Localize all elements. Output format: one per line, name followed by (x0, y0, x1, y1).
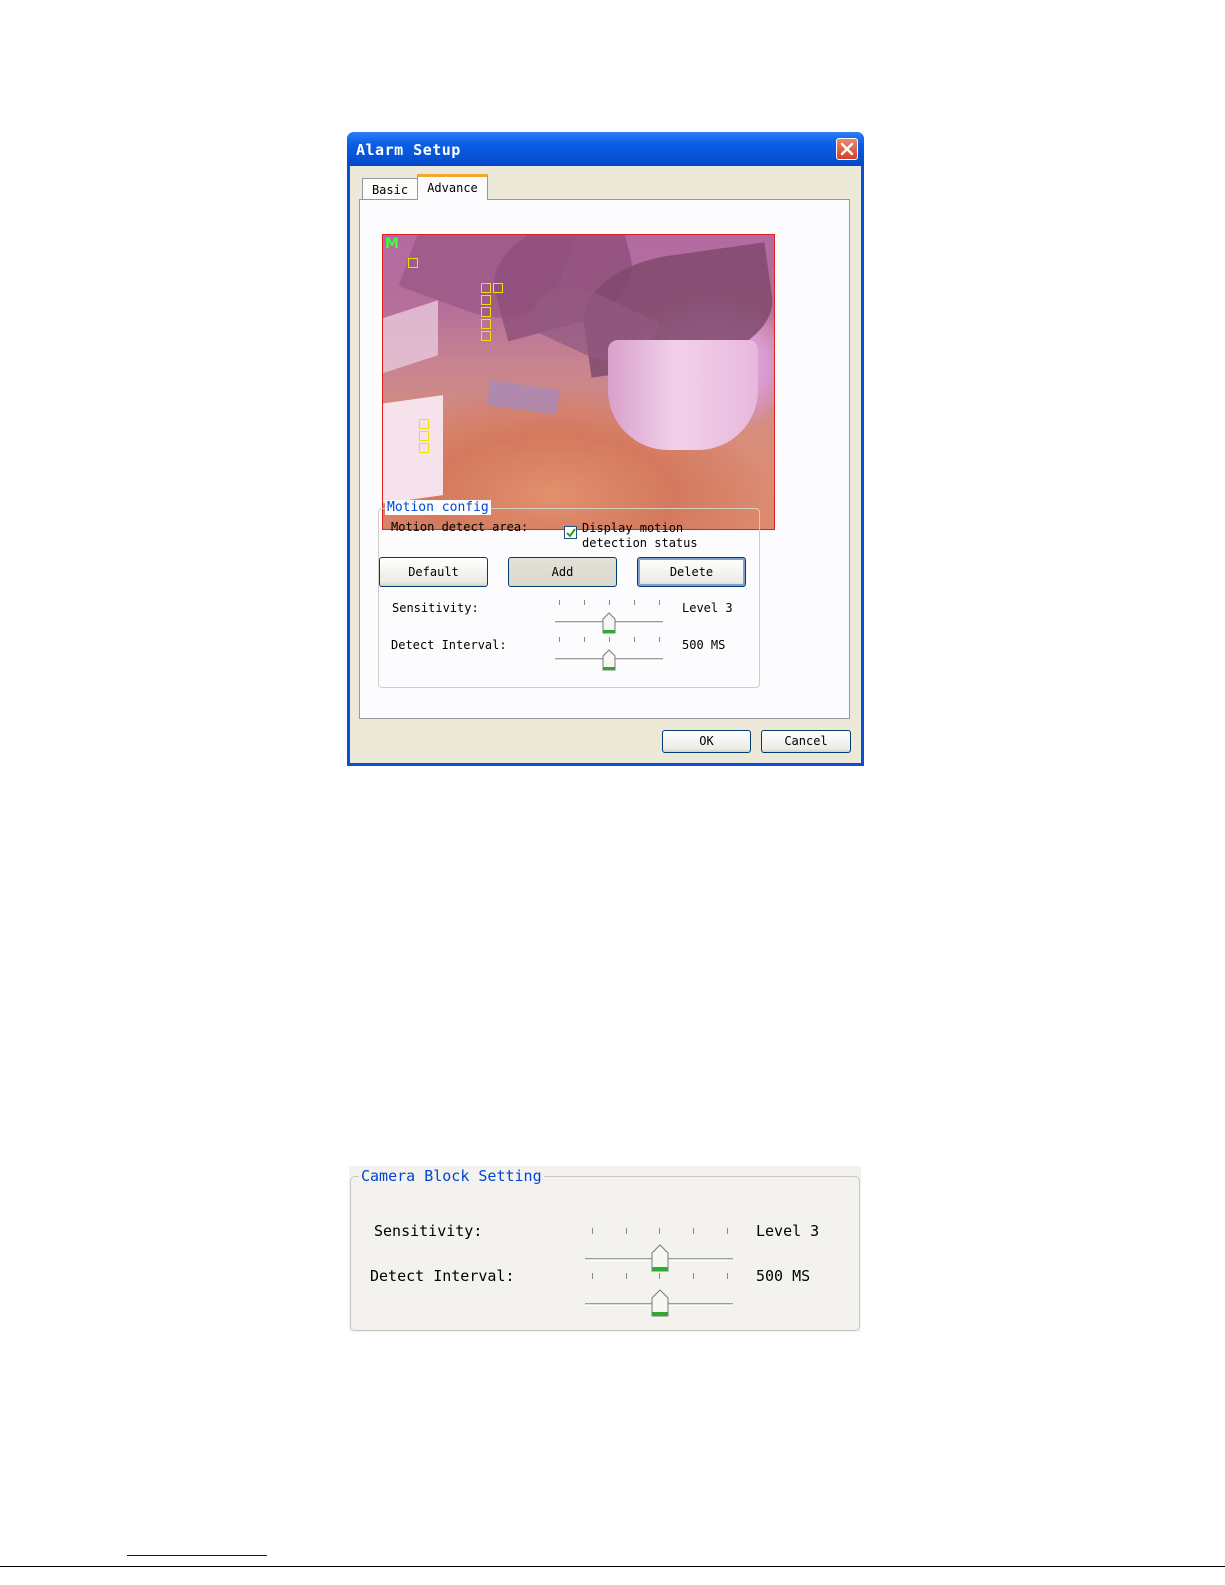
display-motion-status-label-line2: detection status (582, 536, 698, 550)
motion-detection-box (481, 307, 491, 317)
slider-tick (659, 637, 660, 642)
slider-tick (584, 637, 585, 642)
slider-thumb-icon[interactable] (651, 1244, 669, 1272)
delete-button[interactable]: Delete (637, 557, 746, 587)
camera-detect-interval-value: 500 MS (756, 1267, 811, 1285)
detect-interval-slider[interactable] (553, 634, 665, 674)
motion-detect-area-label: Motion detect area: (391, 520, 529, 534)
slider-tick (592, 1273, 593, 1279)
slider-tick (584, 600, 585, 605)
box-top (383, 300, 438, 375)
slider-tick (634, 600, 635, 605)
slider-tick (727, 1273, 728, 1279)
tab-basic[interactable]: Basic (362, 178, 418, 200)
detect-interval-value: 500 MS (682, 638, 726, 652)
motion-detection-box (481, 331, 491, 341)
motion-detection-box (481, 319, 491, 329)
cancel-button[interactable]: Cancel (761, 730, 851, 753)
tab-advance[interactable]: Advance (417, 174, 488, 200)
close-icon (840, 142, 854, 156)
alarm-setup-dialog: Alarm Setup Basic Advance M Motion confi… (347, 132, 864, 766)
motion-detection-box (419, 431, 429, 441)
slider-tick (609, 637, 610, 642)
page-bottom-rule (0, 1566, 1225, 1567)
sensitivity-label: Sensitivity: (392, 601, 479, 615)
camera-video-preview[interactable]: M (382, 234, 775, 530)
camera-block-setting-panel: Camera Block Setting Sensitivity: Level … (349, 1166, 861, 1332)
slider-tick (559, 637, 560, 642)
advance-tab-panel: M Motion config Motion detect area: Disp… (359, 199, 850, 719)
motion-config-group: Motion config Motion detect area: Displa… (378, 500, 760, 688)
dialog-title: Alarm Setup (356, 141, 461, 159)
display-motion-status-label-line1: Display motion (582, 521, 684, 535)
ok-button[interactable]: OK (662, 730, 751, 753)
detect-interval-label: Detect Interval: (391, 638, 507, 652)
camera-sensitivity-value: Level 3 (756, 1222, 820, 1240)
slider-thumb-icon[interactable] (602, 649, 616, 671)
motion-detection-box (408, 258, 418, 268)
display-motion-status-checkbox[interactable] (564, 526, 577, 539)
motion-indicator-label: M (385, 236, 399, 252)
slider-tick (727, 1228, 728, 1234)
slider-thumb-icon[interactable] (602, 612, 616, 634)
white-box (383, 395, 443, 505)
slider-tick (634, 637, 635, 642)
motion-detection-box (493, 283, 503, 293)
motion-config-legend: Motion config (385, 500, 491, 515)
camera-block-setting-legend: Camera Block Setting (359, 1167, 544, 1185)
slider-tick (693, 1228, 694, 1234)
slider-tick (659, 1228, 660, 1234)
slider-tick (626, 1228, 627, 1234)
slider-tick (626, 1273, 627, 1279)
camera-block-setting-group: Camera Block Setting Sensitivity: Level … (350, 1167, 860, 1331)
title-bar[interactable]: Alarm Setup (347, 132, 864, 166)
add-button[interactable]: Add (508, 557, 617, 587)
slider-tick (693, 1273, 694, 1279)
close-button[interactable] (836, 138, 858, 160)
motion-detection-box (419, 443, 429, 453)
slider-tick (609, 600, 610, 605)
footnote-separator (127, 1555, 267, 1556)
motion-detection-box (481, 295, 491, 305)
motion-detection-box (481, 283, 491, 293)
camera-detect-interval-slider[interactable] (583, 1270, 735, 1317)
flower-pot (608, 340, 758, 450)
slider-tick (592, 1228, 593, 1234)
camera-sensitivity-slider[interactable] (583, 1225, 735, 1272)
paper-sheet (486, 380, 560, 415)
sensitivity-slider[interactable] (553, 597, 665, 637)
checkmark-icon (566, 528, 576, 538)
slider-thumb-icon[interactable] (651, 1289, 669, 1317)
camera-detect-interval-label: Detect Interval: (370, 1267, 515, 1285)
camera-sensitivity-label: Sensitivity: (374, 1222, 483, 1240)
default-button[interactable]: Default (379, 557, 488, 587)
slider-tick (659, 600, 660, 605)
sensitivity-value: Level 3 (682, 601, 733, 615)
motion-detection-box (419, 419, 429, 429)
slider-tick (659, 1273, 660, 1279)
dialog-client-area: Basic Advance M Motion config Motion det… (350, 166, 861, 763)
slider-tick (559, 600, 560, 605)
